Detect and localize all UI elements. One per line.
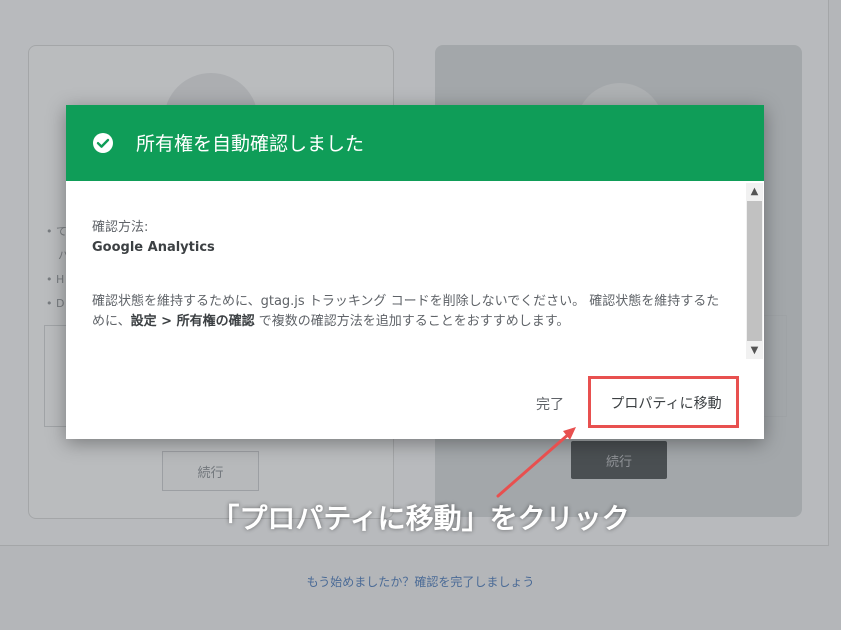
done-button[interactable]: 完了 xyxy=(521,390,579,418)
chevron-down-icon[interactable]: ▼ xyxy=(746,342,763,359)
annotation-highlight-box xyxy=(588,376,739,428)
dialog-title: 所有権を自動確認しました xyxy=(136,133,365,155)
check-circle-icon xyxy=(93,133,113,153)
dialog-header: 所有権を自動確認しました xyxy=(66,105,764,181)
verification-method: 確認方法: Google Analytics xyxy=(92,218,722,258)
description-text-end: で複数の確認方法を追加することをおすすめします。 xyxy=(254,314,570,329)
settings-path: 設定 > 所有権の確認 xyxy=(130,314,255,329)
annotation-callout: 「プロパティに移動」をクリック xyxy=(211,502,630,535)
method-label: 確認方法: xyxy=(92,220,149,235)
dialog-scrollbar[interactable]: ▲ ▼ xyxy=(746,183,763,359)
dialog-description: 確認状態を維持するために、gtag.js トラッキング コードを削除しないでくだ… xyxy=(92,292,722,332)
scroll-thumb[interactable] xyxy=(747,201,762,341)
method-value: Google Analytics xyxy=(92,240,215,255)
chevron-up-icon[interactable]: ▲ xyxy=(746,183,763,200)
